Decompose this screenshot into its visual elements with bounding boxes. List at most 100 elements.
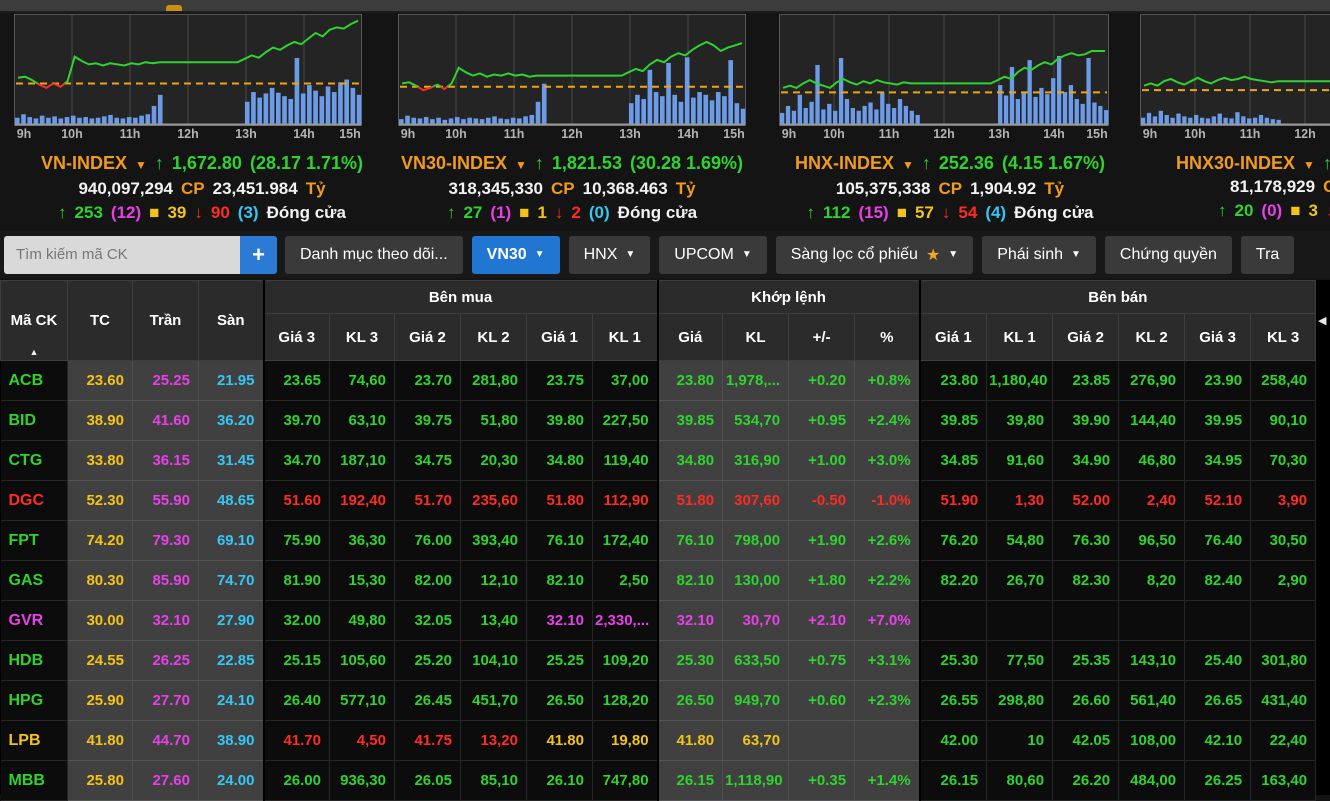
subheader-buy-1[interactable]: Giá 3 bbox=[264, 314, 330, 361]
tab-phai-sinh[interactable]: Phái sinh▼ bbox=[982, 236, 1096, 274]
subheader-buy-3[interactable]: Giá 2 bbox=[395, 314, 461, 361]
subheader-match-3[interactable]: +/- bbox=[789, 314, 855, 361]
symbol-cell[interactable]: HPG bbox=[1, 681, 68, 721]
buy-cell: 104,10 bbox=[461, 641, 527, 681]
tab-upcom[interactable]: UPCOM▼ bbox=[659, 236, 766, 274]
symbol-cell[interactable]: GVR bbox=[1, 601, 68, 641]
toolbar: + Danh mục theo dõi... VN30▼HNX▼UPCOM▼ Sàn… bbox=[0, 231, 1330, 278]
match-cell: 25.30 bbox=[658, 641, 723, 681]
symbol-cell[interactable]: HDB bbox=[1, 641, 68, 681]
symbol-cell[interactable]: GAS bbox=[1, 561, 68, 601]
x-tick-label: 13h bbox=[235, 127, 257, 141]
tab-sang-loc-co-phieu[interactable]: Sàng lọc cổ phiếu★▼ bbox=[776, 236, 973, 274]
index-line1[interactable]: HNX-INDEX▼↑252.36(4.15 1.67%) bbox=[791, 151, 1109, 177]
subheader-match-1[interactable]: Giá bbox=[658, 314, 723, 361]
match-cell: +0.20 bbox=[789, 361, 855, 401]
symbol-cell[interactable]: FPT bbox=[1, 521, 68, 561]
sell-cell: 1,30 bbox=[987, 481, 1053, 521]
subheader-buy-5[interactable]: Giá 1 bbox=[527, 314, 593, 361]
index-line1[interactable]: VN30-INDEX▼↑1,821.53(30.28 1.69%) bbox=[397, 151, 747, 177]
x-tick-label: 14h bbox=[677, 127, 699, 141]
index-line1[interactable]: HNX30-INDEX▼↑ bbox=[1172, 151, 1330, 177]
sell-cell: 51.90 bbox=[920, 481, 987, 521]
subheader-buy-4[interactable]: KL 2 bbox=[461, 314, 527, 361]
symbol-cell[interactable]: DGC bbox=[1, 481, 68, 521]
vn-index-chart[interactable] bbox=[14, 14, 362, 131]
search-input[interactable] bbox=[4, 236, 240, 274]
tab-hnx[interactable]: HNX▼ bbox=[569, 236, 651, 274]
vn30-index-chart[interactable] bbox=[398, 14, 746, 131]
price-board-app: 9h10h11h12h13h14h15h9h10h11h12h13h14h15h… bbox=[0, 0, 1330, 795]
symbol-cell[interactable]: CTG bbox=[1, 441, 68, 481]
buy-cell: 13,20 bbox=[461, 721, 527, 761]
turnover-unit: Tỷ bbox=[676, 179, 696, 198]
index-line2: 81,178,929CP bbox=[1226, 175, 1330, 199]
index-name: VN30-INDEX bbox=[401, 153, 507, 173]
vn30-index-chart-svg bbox=[398, 14, 746, 126]
tab-label: Chứng quyền bbox=[1120, 246, 1217, 264]
subheader-buy-6[interactable]: KL 1 bbox=[593, 314, 658, 361]
match-cell: 798,00 bbox=[723, 521, 789, 561]
symbol-cell[interactable]: LPB bbox=[1, 721, 68, 761]
match-cell: +1.00 bbox=[789, 441, 855, 481]
buy-cell: 192,40 bbox=[330, 481, 395, 521]
buy-cell: 26.50 bbox=[527, 681, 593, 721]
sell-cell: 52.10 bbox=[1185, 481, 1251, 521]
buy-cell: 37,00 bbox=[593, 361, 658, 401]
sort-asc-icon: ▲ bbox=[30, 347, 39, 357]
tab-vn30[interactable]: VN30▼ bbox=[472, 236, 560, 274]
sell-cell: 82.40 bbox=[1185, 561, 1251, 601]
index-line2: 105,375,338CP1,904.92Tỷ bbox=[791, 177, 1109, 201]
match-cell: -1.0% bbox=[855, 481, 920, 521]
buy-cell: 26.40 bbox=[264, 681, 330, 721]
scroll-left-indicator[interactable]: ◀ bbox=[1318, 314, 1326, 327]
column-header-code[interactable]: Mã CK▲ bbox=[1, 281, 68, 361]
table-row: HPG25.9027.7024.1026.40577,1026.45451,70… bbox=[1, 681, 1316, 721]
tab-label: Danh mục theo dõi... bbox=[300, 246, 448, 264]
price-table: Mã CK▲TCTrầnSànBên muaKhớp lệnhBên bánGi… bbox=[0, 280, 1316, 801]
ceiling-count: (1) bbox=[490, 203, 511, 222]
subheader-match-4[interactable]: % bbox=[855, 314, 920, 361]
buy-cell: 4,50 bbox=[330, 721, 395, 761]
column-header-san[interactable]: Sàn bbox=[199, 281, 264, 361]
symbol-cell[interactable]: BID bbox=[1, 401, 68, 441]
column-header-tran[interactable]: Trần bbox=[133, 281, 199, 361]
tab-label: Phái sinh bbox=[997, 246, 1063, 264]
up-arrow-icon: ↑ bbox=[1323, 153, 1330, 173]
ceiling-cell: 79.30 bbox=[133, 521, 199, 561]
symbol-cell[interactable]: ACB bbox=[1, 361, 68, 401]
sell-cell: 25.40 bbox=[1185, 641, 1251, 681]
subheader-sell-6[interactable]: KL 3 bbox=[1251, 314, 1316, 361]
advancers-count: 27 bbox=[463, 203, 482, 222]
tab-tra[interactable]: Tra bbox=[1241, 236, 1294, 274]
subheader-sell-2[interactable]: KL 1 bbox=[987, 314, 1053, 361]
hnx-index-chart-xaxis: 9h10h11h12h13h14h15h bbox=[779, 127, 1109, 145]
subheader-sell-4[interactable]: KL 2 bbox=[1119, 314, 1185, 361]
turnover-unit: Tỷ bbox=[1044, 179, 1064, 198]
index-line1[interactable]: VN-INDEX▼↑1,672.80(28.17 1.71%) bbox=[37, 151, 367, 177]
subheader-sell-1[interactable]: Giá 1 bbox=[920, 314, 987, 361]
tab-danh-muc-theo-doi[interactable]: Danh mục theo dõi... bbox=[285, 236, 463, 274]
group-header-sell[interactable]: Bên bán bbox=[920, 281, 1316, 314]
buy-cell: 23.70 bbox=[395, 361, 461, 401]
hnx-index-chart[interactable] bbox=[779, 14, 1109, 131]
buy-cell: 39.70 bbox=[264, 401, 330, 441]
hnx30-index-chart[interactable] bbox=[1140, 14, 1330, 131]
group-header-match[interactable]: Khớp lệnh bbox=[658, 281, 920, 314]
index-line3: ↑20(0)■3↓ bbox=[1214, 199, 1330, 223]
buy-cell: 63,10 bbox=[330, 401, 395, 441]
match-cell bbox=[855, 721, 920, 761]
subheader-match-2[interactable]: KL bbox=[723, 314, 789, 361]
sell-cell bbox=[987, 601, 1053, 641]
sell-cell: 90,10 bbox=[1251, 401, 1316, 441]
tab-chung-quyen[interactable]: Chứng quyền bbox=[1105, 236, 1232, 274]
match-cell: +0.95 bbox=[789, 401, 855, 441]
subheader-sell-3[interactable]: Giá 2 bbox=[1053, 314, 1119, 361]
index-name: HNX-INDEX bbox=[795, 153, 894, 173]
add-symbol-button[interactable]: + bbox=[240, 236, 277, 274]
column-header-tc[interactable]: TC bbox=[68, 281, 133, 361]
advancers-count: 112 bbox=[823, 203, 850, 222]
group-header-buy[interactable]: Bên mua bbox=[264, 281, 658, 314]
subheader-buy-2[interactable]: KL 3 bbox=[330, 314, 395, 361]
subheader-sell-5[interactable]: Giá 3 bbox=[1185, 314, 1251, 361]
